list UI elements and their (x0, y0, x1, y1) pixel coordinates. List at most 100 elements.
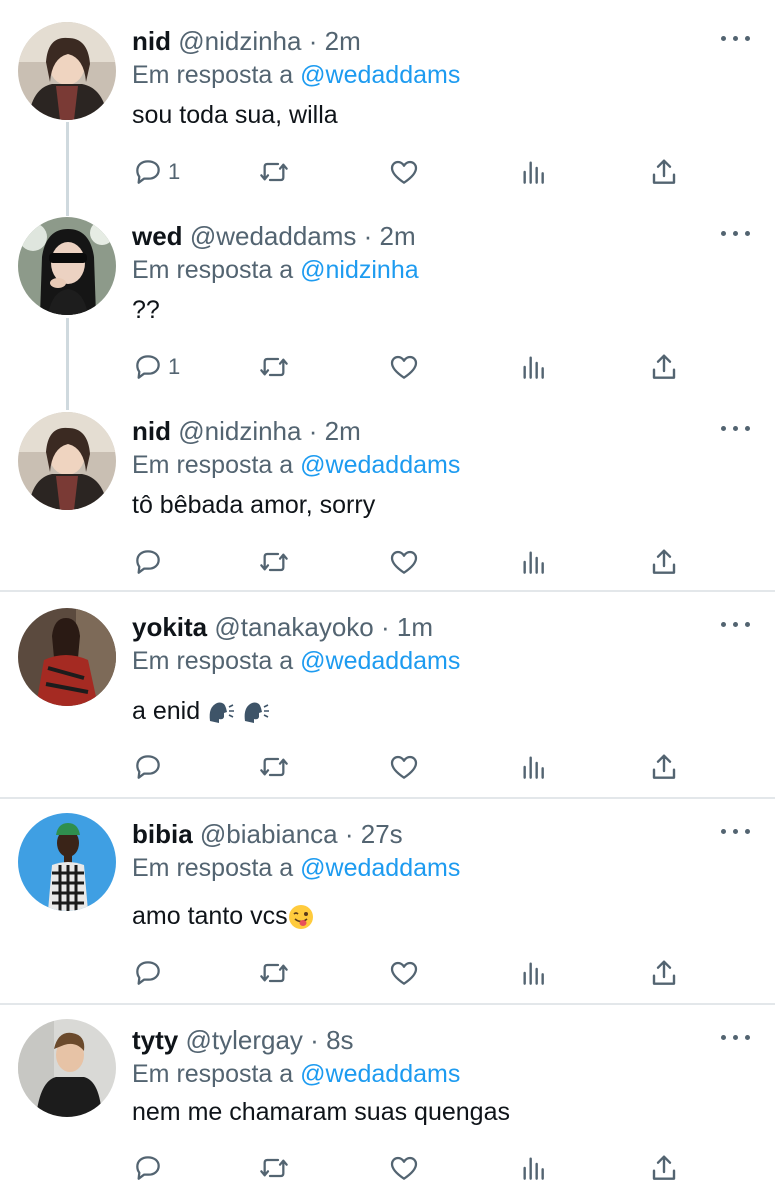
reply-prefix: Em resposta a (132, 1060, 294, 1088)
share-icon (652, 354, 676, 379)
display-name[interactable]: yokita (132, 612, 207, 642)
like-button[interactable] (388, 349, 420, 385)
tweet-header: nid @nidzinha · 2m (132, 416, 361, 446)
share-button[interactable] (648, 955, 680, 991)
reply-mention[interactable]: @wedaddams (300, 451, 460, 479)
share-button[interactable] (648, 749, 680, 785)
avatar[interactable] (18, 608, 116, 706)
reply-icon (136, 550, 160, 574)
display-name[interactable]: nid (132, 416, 171, 446)
timestamp[interactable]: 2m (325, 26, 361, 56)
share-button[interactable] (648, 1150, 680, 1186)
tweet[interactable]: nid @nidzinha · 2m Em resposta a @wedadd… (0, 390, 775, 590)
avatar[interactable] (18, 217, 116, 315)
tweet-header: yokita @tanakayoko · 1m (132, 612, 433, 642)
timestamp[interactable]: 1m (397, 612, 433, 642)
reply-context: Em resposta a @wedaddams (132, 450, 460, 480)
reply-button[interactable] (132, 1150, 164, 1186)
reply-button[interactable]: 1 (132, 349, 180, 385)
avatar[interactable] (18, 813, 116, 911)
reply-context: Em resposta a @wedaddams (132, 853, 460, 883)
timestamp[interactable]: 27s (361, 819, 403, 849)
reply-count: 1 (168, 354, 181, 379)
reply-button[interactable] (132, 544, 164, 580)
views-button[interactable] (518, 349, 550, 385)
share-icon (652, 159, 676, 184)
like-button[interactable] (388, 154, 420, 190)
views-button[interactable] (518, 544, 550, 580)
tweet-text: nem me chamaram suas quengas (132, 1098, 510, 1126)
tweet[interactable]: nid @nidzinha · 2m Em resposta a @wedadd… (0, 0, 775, 215)
user-handle[interactable]: @nidzinha (178, 416, 301, 446)
speaking-head-emoji (244, 702, 270, 724)
more-icon[interactable] (721, 420, 751, 436)
separator: · (308, 416, 318, 446)
retweet-button[interactable] (258, 349, 290, 385)
action-bar (132, 1150, 692, 1186)
more-icon[interactable] (721, 225, 751, 241)
avatar[interactable] (18, 1019, 116, 1117)
reply-mention[interactable]: @wedaddams (300, 647, 460, 675)
views-icon (523, 756, 544, 779)
more-icon[interactable] (721, 1029, 751, 1045)
action-bar: 1 (132, 349, 692, 385)
separator: · (381, 612, 390, 642)
timestamp[interactable]: 2m (325, 416, 361, 446)
reply-button[interactable]: 1 (132, 154, 180, 190)
views-button[interactable] (518, 154, 550, 190)
retweet-button[interactable] (258, 544, 290, 580)
reply-mention[interactable]: @wedaddams (300, 61, 460, 89)
reply-icon (136, 355, 160, 379)
tweet[interactable]: bibia @biabianca · 27s Em resposta a @we… (0, 799, 775, 1003)
user-handle[interactable]: @biabianca (200, 819, 338, 849)
more-icon[interactable] (721, 823, 751, 839)
like-button[interactable] (388, 544, 420, 580)
share-button[interactable] (648, 349, 680, 385)
like-button[interactable] (388, 955, 420, 991)
timestamp[interactable]: 8s (326, 1025, 353, 1055)
tweet[interactable]: tyty @tylergay · 8s Em resposta a @wedad… (0, 1005, 775, 1200)
display-name[interactable]: bibia (132, 819, 193, 849)
retweet-icon (260, 162, 288, 182)
more-icon[interactable] (721, 30, 751, 46)
reply-mention[interactable]: @wedaddams (300, 854, 460, 882)
user-handle[interactable]: @tanakayoko (214, 612, 373, 642)
tweet-text-row: amo tanto vcs (132, 901, 314, 931)
display-name[interactable]: nid (132, 26, 171, 56)
reply-prefix: Em resposta a (132, 647, 294, 675)
avatar[interactable] (18, 22, 116, 120)
tweet[interactable]: wed @wedaddams · 2m Em resposta a @nidzi… (0, 195, 775, 410)
retweet-button[interactable] (258, 154, 290, 190)
retweet-button[interactable] (258, 749, 290, 785)
tweet[interactable]: yokita @tanakayoko · 1m Em resposta a @w… (0, 592, 775, 797)
retweet-button[interactable] (258, 955, 290, 991)
share-icon (652, 754, 676, 779)
display-name[interactable]: tyty (132, 1025, 178, 1055)
like-icon (390, 755, 418, 779)
separator: · (363, 221, 373, 251)
retweet-button[interactable] (258, 1150, 290, 1186)
like-button[interactable] (388, 749, 420, 785)
tweet-text: a enid (132, 697, 201, 725)
reply-mention[interactable]: @wedaddams (300, 1060, 460, 1088)
reply-button[interactable] (132, 955, 164, 991)
reply-prefix: Em resposta a (132, 854, 294, 882)
action-bar (132, 955, 692, 991)
share-button[interactable] (648, 154, 680, 190)
reply-button[interactable] (132, 749, 164, 785)
more-icon[interactable] (721, 616, 751, 632)
views-button[interactable] (518, 1150, 550, 1186)
timestamp[interactable]: 2m (380, 221, 416, 251)
reply-prefix: Em resposta a (132, 451, 294, 479)
like-button[interactable] (388, 1150, 420, 1186)
user-handle[interactable]: @nidzinha (178, 26, 301, 56)
avatar[interactable] (18, 412, 116, 510)
share-button[interactable] (648, 544, 680, 580)
user-handle[interactable]: @tylergay (185, 1025, 302, 1055)
views-button[interactable] (518, 955, 550, 991)
display-name[interactable]: wed (132, 221, 183, 251)
like-icon (390, 961, 418, 985)
user-handle[interactable]: @wedaddams (190, 221, 357, 251)
reply-mention[interactable]: @nidzinha (300, 256, 419, 284)
views-button[interactable] (518, 749, 550, 785)
